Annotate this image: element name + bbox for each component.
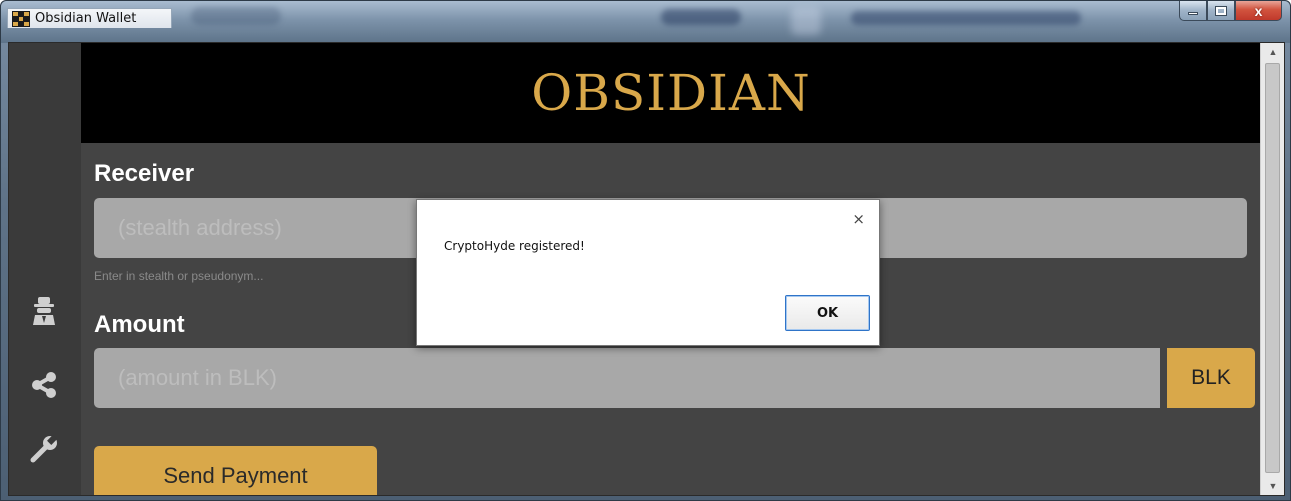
maximize-icon <box>1215 5 1227 16</box>
share-icon[interactable] <box>27 368 61 402</box>
window-title: Obsidian Wallet <box>35 11 137 26</box>
amount-input[interactable]: (amount in BLK) <box>94 348 1160 408</box>
receiver-label: Receiver <box>94 160 195 187</box>
app-header: OBSIDIAN <box>81 43 1261 143</box>
amount-label: Amount <box>94 311 185 338</box>
receiver-hint: Enter in stealth or pseudonym... <box>94 269 264 283</box>
maximize-button[interactable] <box>1207 1 1235 21</box>
title-tab: Obsidian Wallet <box>7 8 172 28</box>
background-blur <box>191 7 281 25</box>
background-blur <box>791 7 821 35</box>
scroll-up-icon[interactable]: ▲ <box>1261 43 1284 61</box>
close-button[interactable]: x <box>1235 1 1282 21</box>
title-bar[interactable]: Obsidian Wallet x <box>1 1 1290 43</box>
ok-button[interactable]: OK <box>785 295 870 331</box>
minimize-icon <box>1188 12 1198 15</box>
wrench-icon[interactable] <box>27 432 61 466</box>
spy-icon[interactable] <box>27 293 61 327</box>
scroll-thumb[interactable] <box>1265 63 1280 473</box>
window-controls: x <box>1179 1 1282 23</box>
receiver-placeholder: (stealth address) <box>118 215 282 240</box>
currency-addon: BLK <box>1167 348 1255 408</box>
send-payment-button[interactable]: Send Payment <box>94 446 377 495</box>
scroll-down-icon[interactable]: ▼ <box>1261 477 1284 495</box>
background-blur <box>851 11 1081 25</box>
app-icon <box>12 10 30 27</box>
dialog-message: CryptoHyde registered! <box>444 239 585 253</box>
obsidian-logo: OBSIDIAN <box>531 64 811 122</box>
minimize-button[interactable] <box>1179 1 1207 21</box>
close-icon: x <box>1254 2 1263 19</box>
sidebar <box>9 43 81 495</box>
background-blur <box>661 9 741 25</box>
alert-dialog: × CryptoHyde registered! OK <box>416 199 880 346</box>
amount-placeholder: (amount in BLK) <box>118 365 277 390</box>
vertical-scrollbar[interactable]: ▲ ▼ <box>1260 43 1284 495</box>
dialog-close-icon[interactable]: × <box>852 210 865 228</box>
